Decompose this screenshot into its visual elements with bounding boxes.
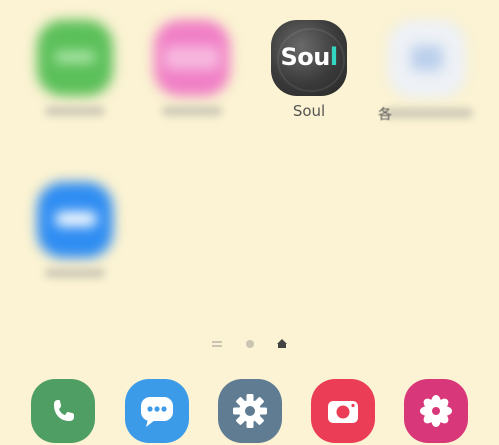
flower-icon <box>420 395 452 427</box>
app-label-4-prefix: 各 <box>378 107 392 123</box>
app-shortcut-soul[interactable]: Soul Soul <box>267 20 351 119</box>
gear-icon <box>233 394 267 428</box>
home-screen: Soul Soul 各 <box>0 0 499 445</box>
app-icon-1 <box>37 20 113 96</box>
soul-app-icon: Soul <box>271 20 347 96</box>
page-indicator-menu-icon[interactable] <box>212 340 223 347</box>
app-icon-2 <box>154 20 230 96</box>
app-label-5 <box>45 268 105 278</box>
soul-logo-text: Soul <box>280 43 338 71</box>
app-label-1 <box>45 106 105 116</box>
dock-phone-button[interactable] <box>31 379 95 443</box>
phone-icon <box>54 400 74 421</box>
app-label-4 <box>385 108 473 118</box>
message-icon <box>141 397 173 427</box>
soul-app-label: Soul <box>292 102 326 120</box>
page-indicator-dot[interactable] <box>245 339 254 348</box>
app-icon-4 <box>388 20 466 98</box>
app-shortcut-5[interactable] <box>33 182 117 278</box>
app-label-2 <box>162 106 222 116</box>
camera-icon <box>328 401 358 423</box>
app-icon-5 <box>37 182 113 258</box>
page-indicator <box>0 333 499 348</box>
dock-settings-button[interactable] <box>218 379 282 443</box>
app-shortcut-2[interactable] <box>150 20 234 116</box>
dock-camera-button[interactable] <box>311 379 375 443</box>
dock-gallery-button[interactable] <box>404 379 468 443</box>
app-shortcut-1[interactable] <box>33 20 117 116</box>
app-shortcut-4[interactable] <box>385 20 473 118</box>
page-indicator-home-icon[interactable] <box>276 339 287 348</box>
dock-messages-button[interactable] <box>125 379 189 443</box>
